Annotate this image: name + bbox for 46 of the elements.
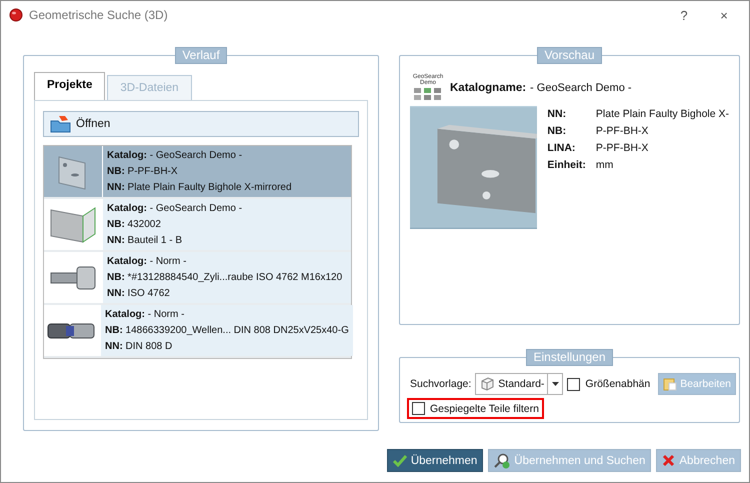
item-detail-text: NN: Plate Plain Faulty Bighole X-mirrored xyxy=(107,181,293,195)
window-title: Geometrische Suche (3D) xyxy=(29,8,169,22)
item-detail-text: NB: 432002 xyxy=(107,218,162,232)
group-title: Verlauf xyxy=(175,47,227,64)
item-detail-text: Katalog: - Norm - xyxy=(105,308,186,322)
template-dropdown[interactable]: Standard- xyxy=(475,373,564,395)
close-icon xyxy=(662,454,676,467)
property-label: NN: xyxy=(547,108,568,120)
checkbox-label: Gespiegelte Teile filtern xyxy=(430,402,539,414)
property-value: Plate Plain Faulty Bighole X- xyxy=(596,108,729,120)
close-button[interactable]: × xyxy=(707,8,741,22)
checkbox[interactable] xyxy=(412,402,425,415)
catalog-name: - GeoSearch Demo - xyxy=(530,82,632,94)
open-button[interactable]: Öffnen xyxy=(43,111,359,137)
item-detail-text: NN: Bauteil 1 - B xyxy=(107,234,184,248)
property-value: P-PF-BH-X xyxy=(596,125,650,137)
property-value: P-PF-BH-X xyxy=(596,142,650,154)
property-label: LINA: xyxy=(547,142,576,154)
checkbox-label: Größenabhän xyxy=(585,378,650,390)
property-value: mm xyxy=(596,159,614,171)
item-detail-text: NB: P-PF-BH-X xyxy=(107,165,179,179)
parts-icon xyxy=(413,86,443,102)
property-label: NB: xyxy=(547,125,568,137)
clipboard-icon xyxy=(663,377,678,391)
checkmark-icon xyxy=(392,454,407,466)
template-label: Suchvorlage: xyxy=(410,378,472,390)
item-detail-text: NB: *#13128884540_Zyli...raube ISO 4762 M16x120 xyxy=(107,271,344,285)
cube-icon xyxy=(479,376,496,392)
catalog-label: Katalogname: xyxy=(450,82,526,94)
group-title: Einstellungen xyxy=(526,349,613,366)
caret-icon xyxy=(552,382,559,386)
help-button[interactable]: ? xyxy=(667,8,701,22)
item-detail-text: NN: DIN 808 D xyxy=(105,340,174,354)
group-title: Vorschau xyxy=(537,47,602,64)
property-label: Einheit: xyxy=(547,159,586,171)
checkbox[interactable] xyxy=(567,378,580,390)
app-logo-icon xyxy=(9,8,23,22)
item-detail-text: NN: ISO 4762 xyxy=(107,287,171,301)
folder-icon xyxy=(50,115,72,133)
item-detail-text: NB: 14866339200_Wellen... DIN 808 DN25xV25x40-G xyxy=(105,324,349,338)
apply-button[interactable]: Übernehmen xyxy=(386,449,484,472)
magnifier-icon xyxy=(494,452,510,468)
item-detail-text: Katalog: - GeoSearch Demo - xyxy=(107,149,244,163)
item-detail-text: Katalog: - Norm - xyxy=(107,255,188,269)
item-detail-text: Katalog: - GeoSearch Demo - xyxy=(107,202,244,216)
tab[interactable]: Projekte xyxy=(34,72,106,100)
